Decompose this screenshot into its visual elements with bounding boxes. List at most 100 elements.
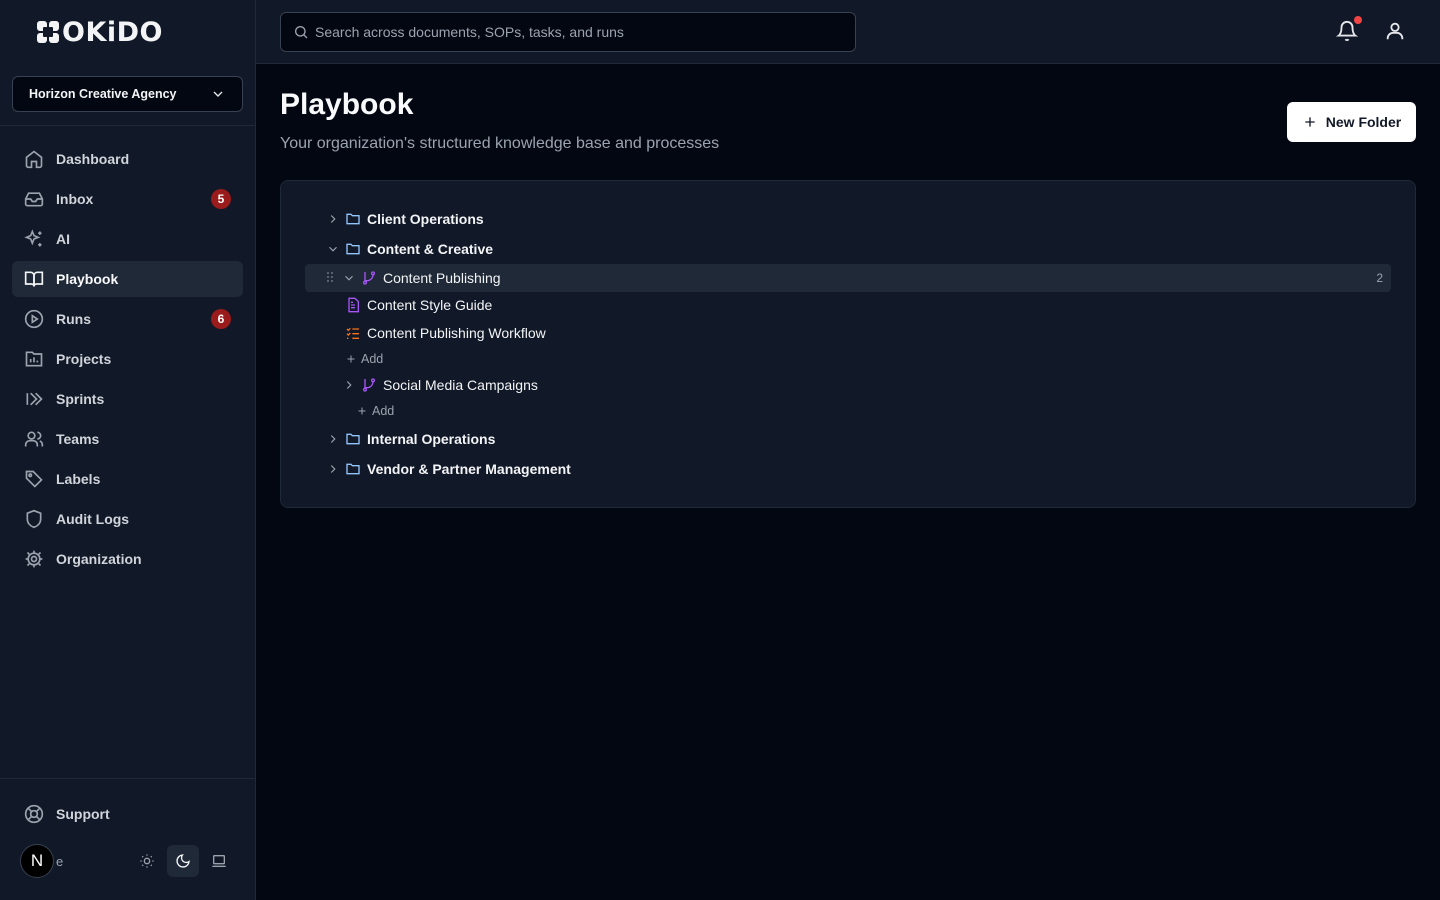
sidebar-item-label: Inbox: [56, 191, 94, 207]
user-name: e: [56, 853, 64, 869]
sidebar-footer: N e: [20, 843, 235, 879]
chevron-down-icon[interactable]: [325, 241, 341, 257]
sidebar-item-label: Teams: [56, 431, 100, 447]
inbox-icon: [24, 189, 44, 209]
tree-item-label: Content & Creative: [367, 241, 494, 257]
tree-doc-content-style-guide[interactable]: Content Style Guide: [345, 292, 492, 318]
user-menu-button[interactable]: [1384, 20, 1408, 44]
drag-handle-icon[interactable]: [325, 270, 335, 287]
sidebar-item-runs[interactable]: Runs 6: [12, 301, 243, 337]
chevron-right-icon[interactable]: [325, 211, 341, 227]
laptop-icon: [212, 855, 226, 867]
sidebar-nav: Dashboard Inbox 5 AI Playbook Runs 6 Pro…: [12, 141, 243, 581]
sidebar-item-audit-logs[interactable]: Audit Logs: [12, 501, 243, 537]
chevron-right-icon[interactable]: [325, 431, 341, 447]
document-icon: [345, 297, 361, 313]
git-branch-icon: [361, 377, 377, 393]
sidebar: OKiDO Horizon Creative Agency Dashboard …: [0, 0, 256, 900]
moon-icon: [176, 854, 190, 868]
tree-item-label: Content Publishing: [383, 270, 501, 286]
chevron-right-icon[interactable]: [325, 461, 341, 477]
add-item-button[interactable]: Add: [356, 399, 394, 423]
user-icon: [1386, 22, 1404, 40]
tree-process-content-publishing[interactable]: Content Publishing 2: [305, 264, 1391, 292]
notifications-button[interactable]: [1335, 16, 1362, 44]
folder-icon: [345, 461, 361, 477]
tag-icon: [24, 469, 44, 489]
org-name: Horizon Creative Agency: [29, 87, 177, 101]
tree-checklist-content-publishing-workflow[interactable]: Content Publishing Workflow: [345, 320, 546, 346]
sidebar-item-label: Dashboard: [56, 151, 130, 167]
light-theme-button[interactable]: [131, 845, 163, 877]
logo-text: OKiDO: [62, 16, 163, 48]
play-circle-icon: [24, 309, 44, 329]
notification-dot: [1354, 16, 1362, 24]
page-title: Playbook: [280, 88, 414, 121]
page-subtitle: Your organization's structured knowledge…: [280, 135, 720, 152]
tree-item-label: Internal Operations: [367, 431, 496, 447]
sidebar-item-projects[interactable]: Projects: [12, 341, 243, 377]
sun-icon: [140, 854, 154, 868]
runs-count-badge: 6: [211, 309, 231, 329]
sidebar-item-label: Support: [56, 806, 110, 822]
chevron-down-icon: [213, 91, 223, 97]
logo-mark-icon: [37, 21, 59, 43]
sidebar-item-label: Sprints: [56, 391, 105, 407]
users-icon: [24, 429, 44, 449]
sidebar-divider: [0, 778, 255, 779]
search-icon: [295, 26, 308, 39]
playbook-tree: Client Operations Content & Creative Con…: [280, 180, 1416, 508]
sidebar-item-inbox[interactable]: Inbox 5: [12, 181, 243, 217]
sidebar-item-organization[interactable]: Organization: [12, 541, 243, 577]
tree-process-social-media-campaigns[interactable]: Social Media Campaigns: [341, 372, 538, 398]
support-section: Support: [12, 796, 243, 836]
chevron-right-icon[interactable]: [341, 377, 357, 393]
sidebar-item-playbook[interactable]: Playbook: [12, 261, 243, 297]
book-icon: [24, 269, 44, 289]
gear-icon: [24, 549, 44, 569]
tree-item-label: Content Style Guide: [367, 297, 493, 313]
sidebar-item-label: Labels: [56, 471, 101, 487]
system-theme-button[interactable]: [203, 845, 235, 877]
topbar: [256, 0, 1440, 64]
folder-icon: [345, 211, 361, 227]
org-selector[interactable]: Horizon Creative Agency: [12, 76, 243, 112]
plus-icon: [358, 407, 366, 415]
sidebar-item-label: Runs: [56, 311, 91, 327]
child-count: 2: [1376, 271, 1383, 285]
new-folder-button[interactable]: New Folder: [1287, 102, 1416, 142]
dark-theme-button[interactable]: [167, 845, 199, 877]
tree-folder-content-creative[interactable]: Content & Creative: [325, 236, 493, 262]
sidebar-divider: [0, 125, 255, 126]
inbox-count-badge: 5: [211, 189, 231, 209]
tree-item-label: Client Operations: [367, 211, 484, 227]
add-label: Add: [372, 404, 395, 418]
sidebar-item-dashboard[interactable]: Dashboard: [12, 141, 243, 177]
avatar[interactable]: N: [20, 844, 54, 878]
tree-folder-client-operations[interactable]: Client Operations: [325, 206, 484, 232]
search-input[interactable]: [315, 24, 835, 40]
sidebar-item-labels[interactable]: Labels: [12, 461, 243, 497]
sidebar-item-label: Playbook: [56, 271, 119, 287]
bell-icon: [1335, 21, 1359, 42]
add-item-button[interactable]: Add: [345, 347, 383, 371]
folder-icon: [345, 241, 361, 257]
search-box[interactable]: [280, 12, 856, 52]
sprints-icon: [24, 389, 44, 409]
tree-item-label: Vendor & Partner Management: [367, 461, 571, 477]
sidebar-item-label: Audit Logs: [56, 511, 130, 527]
tree-folder-internal-operations[interactable]: Internal Operations: [325, 426, 495, 452]
sidebar-item-sprints[interactable]: Sprints: [12, 381, 243, 417]
sidebar-item-label: Projects: [56, 351, 112, 367]
sidebar-item-ai[interactable]: AI: [12, 221, 243, 257]
theme-switcher: [131, 845, 235, 877]
sidebar-item-support[interactable]: Support: [12, 796, 243, 832]
chevron-down-icon[interactable]: [341, 270, 357, 286]
new-folder-label: New Folder: [1325, 114, 1402, 130]
folder-icon: [345, 431, 361, 447]
sidebar-item-teams[interactable]: Teams: [12, 421, 243, 457]
tree-folder-vendor-partner[interactable]: Vendor & Partner Management: [325, 456, 571, 482]
app-logo[interactable]: OKiDO: [36, 16, 163, 48]
add-label: Add: [361, 352, 384, 366]
checklist-icon: [345, 325, 361, 341]
